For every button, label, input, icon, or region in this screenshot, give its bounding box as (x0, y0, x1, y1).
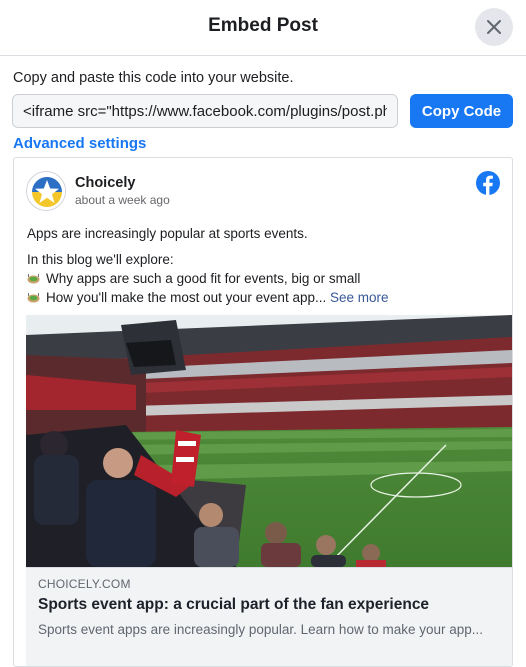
link-domain: CHOICELY.COM (38, 577, 131, 591)
choicely-logo-icon (28, 173, 65, 210)
facebook-logo-icon[interactable] (476, 171, 500, 195)
post-body: Apps are increasingly popular at sports … (27, 224, 389, 307)
close-icon (487, 20, 501, 34)
bullet-text: How you'll make the most out your event … (46, 290, 327, 305)
stadium-photo-image (26, 315, 512, 567)
embed-instruction: Copy and paste this code into your websi… (13, 70, 294, 86)
bullet-item: Why apps are such a good fit for events,… (27, 269, 389, 288)
link-preview-card[interactable]: CHOICELY.COM Sports event app: a crucial… (26, 567, 512, 666)
post-preview: Choicely about a week ago Apps are incre… (13, 157, 513, 667)
post-author[interactable]: Choicely (75, 175, 135, 191)
bullet-text: Why apps are such a good fit for events,… (46, 271, 361, 286)
post-photo[interactable] (26, 315, 512, 567)
copy-code-button[interactable]: Copy Code (410, 94, 513, 128)
stadium-emoji-icon (27, 274, 40, 284)
embed-code-input[interactable] (12, 94, 398, 128)
stadium-emoji-icon (27, 293, 40, 303)
dialog-title: Embed Post (208, 15, 318, 36)
advanced-settings-link[interactable]: Advanced settings (13, 135, 146, 152)
post-text-line: In this blog we'll explore: (27, 252, 174, 267)
link-description: Sports event apps are increasingly popul… (38, 622, 484, 637)
bullet-item: How you'll make the most out your event … (27, 288, 389, 307)
dialog-header: Embed Post (0, 0, 526, 56)
close-button[interactable] (475, 8, 513, 46)
see-more-link[interactable]: See more (330, 290, 389, 305)
avatar[interactable] (26, 171, 66, 211)
post-text-line: Apps are increasingly popular at sports … (27, 226, 308, 241)
post-timestamp[interactable]: about a week ago (75, 193, 170, 207)
link-title: Sports event app: a crucial part of the … (38, 596, 430, 613)
embed-post-dialog: Embed Post Copy and paste this code into… (0, 0, 526, 667)
